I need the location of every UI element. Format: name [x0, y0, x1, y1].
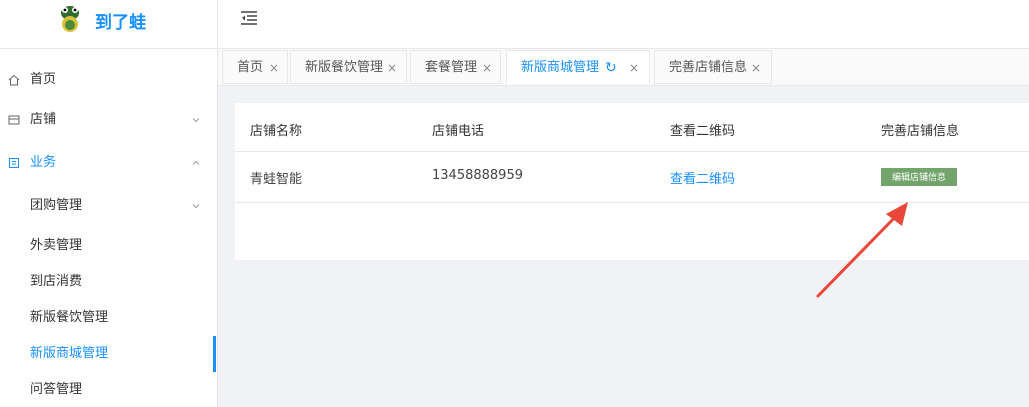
- tab-package[interactable]: 套餐管理 ×: [410, 50, 501, 84]
- view-qrcode-link[interactable]: 查看二维码: [670, 168, 735, 187]
- tab-label: 完善店铺信息: [669, 60, 748, 75]
- active-indicator: [213, 336, 216, 372]
- close-icon[interactable]: ×: [629, 51, 639, 85]
- sidebar-item-label: 到店消费: [30, 274, 83, 289]
- logo[interactable]: 到了蛙: [0, 0, 217, 49]
- tab-label: 新版餐饮管理: [305, 60, 384, 75]
- chevron-up-icon: [192, 160, 200, 165]
- store-phone-cell: 13458888959: [432, 168, 523, 183]
- chevron-down-icon: [192, 118, 200, 123]
- tab-catering[interactable]: 新版餐饮管理 ×: [290, 50, 407, 84]
- sidebar-item-mall[interactable]: 新版商城管理: [0, 339, 216, 369]
- menu-fold-icon[interactable]: [240, 10, 258, 26]
- close-icon[interactable]: ×: [751, 51, 761, 85]
- column-header-qrcode: 查看二维码: [670, 124, 736, 139]
- sidebar-item-label: 新版餐饮管理: [30, 310, 109, 325]
- store-icon: [8, 115, 20, 125]
- chevron-down-icon: [192, 204, 200, 209]
- close-icon[interactable]: ×: [387, 51, 397, 85]
- sidebar-item-groupbuy[interactable]: 团购管理: [0, 191, 216, 221]
- tab-label: 首页: [237, 60, 264, 75]
- close-icon[interactable]: ×: [482, 51, 492, 85]
- sidebar-item-qa[interactable]: 问答管理: [0, 375, 216, 405]
- sidebar-item-label: 新版商城管理: [30, 346, 109, 361]
- close-icon[interactable]: ×: [269, 51, 279, 85]
- column-header-store-name: 店铺名称: [250, 124, 303, 139]
- tab-home[interactable]: 首页 ×: [222, 50, 288, 84]
- divider: [235, 151, 1029, 152]
- home-icon: [8, 74, 20, 86]
- sidebar-item-catering[interactable]: 新版餐饮管理: [0, 303, 216, 333]
- store-name-cell: 青蛙智能: [250, 172, 303, 187]
- sidebar-item-business[interactable]: 业务: [0, 148, 216, 178]
- sidebar-item-label: 问答管理: [30, 382, 83, 397]
- sidebar-item-store[interactable]: 店铺: [0, 105, 216, 135]
- tab-mall[interactable]: 新版商城管理 ↻ ×: [506, 50, 650, 84]
- sidebar-item-label: 业务: [30, 155, 57, 170]
- sidebar: 到了蛙 首页 店铺 业务 团购管理 外卖管理 到店消费 新版餐饮管理 新版商城管…: [0, 0, 218, 407]
- column-header-store-info: 完善店铺信息: [881, 124, 960, 139]
- frog-logo-icon: [61, 6, 79, 32]
- tab-label: 新版商城管理: [521, 60, 600, 75]
- sidebar-item-home[interactable]: 首页: [0, 65, 216, 95]
- edit-store-info-button[interactable]: 编辑店铺信息: [881, 168, 957, 186]
- reload-icon[interactable]: ↻: [605, 51, 617, 85]
- annotation-arrow-icon: [816, 202, 908, 298]
- tab-bar: 首页 × 新版餐饮管理 × 套餐管理 × 新版商城管理 ↻ × 完善店铺信息 ×: [218, 49, 1029, 86]
- sidebar-item-takeout[interactable]: 外卖管理: [0, 231, 216, 261]
- app-name: 到了蛙: [95, 13, 146, 33]
- tab-store-info[interactable]: 完善店铺信息 ×: [654, 50, 772, 84]
- sidebar-item-instore[interactable]: 到店消费: [0, 267, 216, 297]
- sidebar-item-label: 店铺: [30, 112, 57, 127]
- top-header: [218, 0, 1029, 49]
- sidebar-item-label: 首页: [30, 72, 57, 87]
- sidebar-item-label: 团购管理: [30, 198, 83, 213]
- column-header-store-phone: 店铺电话: [432, 124, 485, 139]
- sidebar-item-label: 外卖管理: [30, 238, 83, 253]
- business-icon: [9, 158, 19, 168]
- tab-label: 套餐管理: [425, 60, 478, 75]
